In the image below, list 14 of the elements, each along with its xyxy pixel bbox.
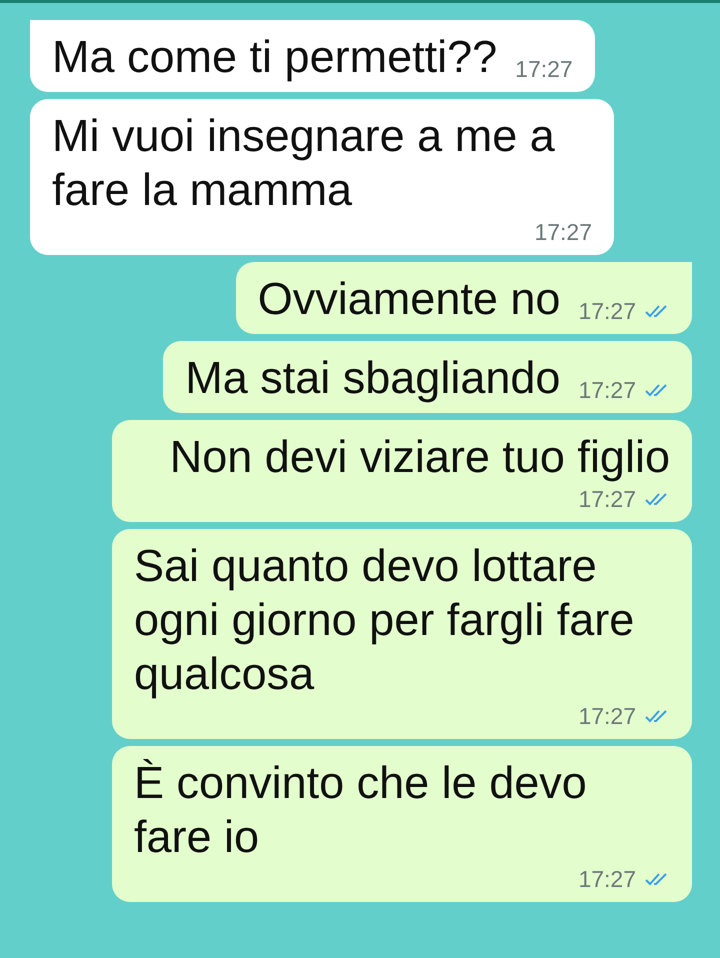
message-time: 17:27 (534, 218, 592, 246)
message-text: Ma stai sbagliando (185, 351, 560, 405)
message-time: 17:27 (578, 702, 636, 730)
message-text: Ovviamente no (258, 272, 560, 326)
message-text: Ma come ti permetti?? (52, 30, 498, 84)
message-text: Mi vuoi insegnare a me a fare la mamma (52, 109, 556, 217)
message-time: 17:27 (578, 485, 636, 513)
message-time: 17:27 (578, 297, 636, 325)
message-text: È convinto che le devo fare io (134, 756, 588, 864)
message-time: 17:27 (578, 865, 636, 893)
message-text: Non devi viziare tuo figlio (170, 430, 670, 484)
message-time: 17:27 (515, 55, 573, 83)
message-text: Sai quanto devo lottare ogni giorno per fargli fare qualcosa (134, 539, 636, 701)
message-time: 17:27 (578, 376, 636, 404)
